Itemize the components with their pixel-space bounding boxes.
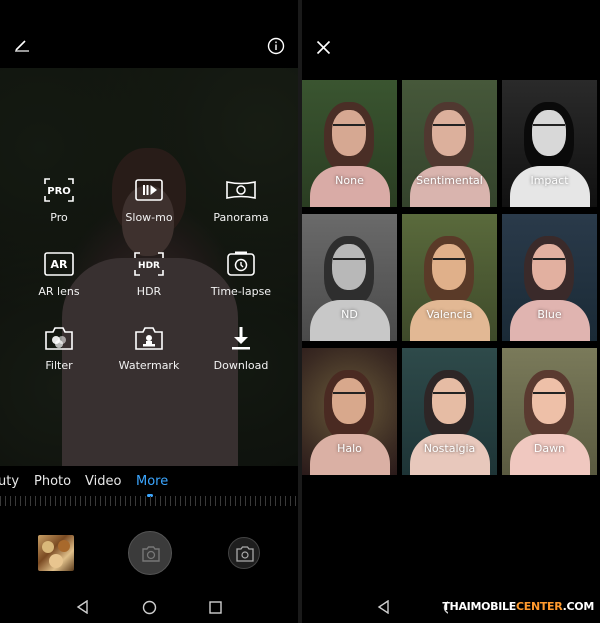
filter-label: Impact bbox=[530, 174, 569, 187]
mode-label: Download bbox=[213, 359, 269, 372]
mode-ar-lens[interactable]: AR AR lens bbox=[14, 249, 104, 298]
camera-viewfinder: PRO Pro Slow-mo Panorama AR AR lens HDR … bbox=[0, 68, 298, 466]
switch-camera-button[interactable] bbox=[228, 537, 260, 569]
filter-impact[interactable]: Impact bbox=[502, 80, 597, 207]
filter-label: Dawn bbox=[533, 442, 566, 455]
close-icon[interactable] bbox=[316, 40, 331, 55]
filter-nd[interactable]: ND bbox=[302, 214, 397, 341]
zoom-tick-scale[interactable] bbox=[0, 496, 298, 506]
ar-lens-icon: AR bbox=[44, 252, 74, 276]
tab-more[interactable]: More bbox=[136, 474, 168, 489]
mode-slow-mo[interactable]: Slow-mo bbox=[104, 175, 194, 224]
filter-label: Sentimental bbox=[416, 174, 483, 187]
mode-label: Filter bbox=[45, 359, 73, 372]
back-icon[interactable] bbox=[76, 600, 90, 614]
filter-nostalgia[interactable]: Nostalgia bbox=[402, 348, 497, 475]
info-icon[interactable] bbox=[267, 37, 285, 55]
mode-time-lapse[interactable]: Time-lapse bbox=[196, 249, 286, 298]
system-nav-bar bbox=[0, 590, 298, 623]
gallery-thumbnail[interactable] bbox=[38, 535, 74, 571]
mode-pro[interactable]: PRO Pro bbox=[14, 175, 104, 224]
mode-filter[interactable]: Filter bbox=[14, 323, 104, 372]
filter-icon bbox=[45, 327, 73, 350]
svg-text:PRO: PRO bbox=[47, 186, 71, 197]
mode-label: Pro bbox=[50, 211, 68, 224]
camera-icon bbox=[142, 546, 160, 562]
filter-label: Halo bbox=[337, 442, 362, 455]
switch-camera-icon bbox=[236, 546, 254, 562]
filter-label: Valencia bbox=[426, 308, 473, 321]
shutter-button[interactable] bbox=[128, 531, 172, 575]
mode-label: Watermark bbox=[118, 359, 180, 372]
panorama-icon bbox=[226, 181, 256, 199]
mode-label: Slow-mo bbox=[125, 211, 173, 224]
pro-icon: PRO bbox=[44, 178, 74, 202]
watermark-icon bbox=[135, 327, 163, 350]
filter-picker-screen: None Sentimental Impact ND Valencia Blue… bbox=[302, 0, 600, 623]
camera-top-bar bbox=[0, 0, 298, 68]
mode-panorama[interactable]: Panorama bbox=[196, 175, 286, 224]
filter-blue[interactable]: Blue bbox=[502, 214, 597, 341]
mode-label: Panorama bbox=[213, 211, 269, 224]
tab-beauty[interactable]: uty bbox=[0, 474, 19, 489]
time-lapse-icon bbox=[227, 251, 255, 276]
home-icon[interactable] bbox=[142, 600, 157, 615]
filter-sentimental[interactable]: Sentimental bbox=[402, 80, 497, 207]
filter-label: ND bbox=[341, 308, 358, 321]
tab-video[interactable]: Video bbox=[85, 474, 121, 489]
svg-text:HDR: HDR bbox=[138, 261, 160, 271]
mode-watermark[interactable]: Watermark bbox=[104, 323, 194, 372]
recents-icon[interactable] bbox=[209, 601, 222, 614]
filter-none[interactable]: None bbox=[302, 80, 397, 207]
tab-photo[interactable]: Photo bbox=[34, 474, 71, 489]
filter-halo[interactable]: Halo bbox=[302, 348, 397, 475]
filter-label: Blue bbox=[537, 308, 562, 321]
slow-mo-icon bbox=[135, 179, 163, 201]
filter-label: None bbox=[335, 174, 364, 187]
mode-hdr[interactable]: HDR HDR bbox=[104, 249, 194, 298]
site-watermark: THAIMOBILECENTER.COM bbox=[442, 600, 594, 613]
filter-dawn[interactable]: Dawn bbox=[502, 348, 597, 475]
svg-text:AR: AR bbox=[51, 258, 69, 271]
camera-more-screen: PRO Pro Slow-mo Panorama AR AR lens HDR … bbox=[0, 0, 298, 623]
hdr-icon: HDR bbox=[134, 252, 164, 276]
edit-icon[interactable] bbox=[14, 38, 30, 52]
mode-label: HDR bbox=[136, 285, 162, 298]
download-icon bbox=[232, 327, 250, 350]
filter-label: Nostalgia bbox=[423, 442, 476, 455]
mode-label: AR lens bbox=[38, 285, 80, 298]
mode-label: Time-lapse bbox=[210, 285, 272, 298]
filter-valencia[interactable]: Valencia bbox=[402, 214, 497, 341]
back-icon[interactable] bbox=[377, 600, 391, 614]
mode-download[interactable]: Download bbox=[196, 323, 286, 372]
